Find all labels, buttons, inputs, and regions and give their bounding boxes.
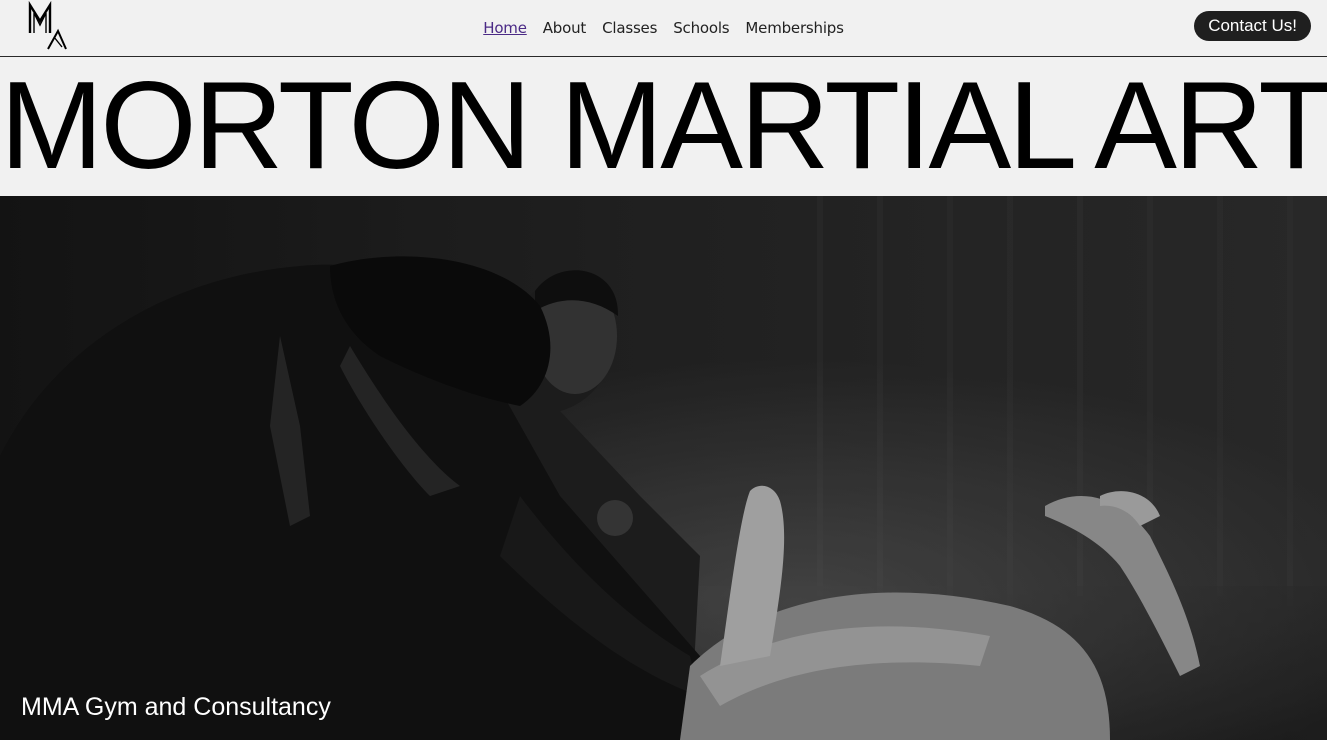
nav-link-schools[interactable]: Schools <box>673 19 729 37</box>
nav-link-about[interactable]: About <box>543 19 587 37</box>
top-navigation-bar: Home About Classes Schools Memberships C… <box>0 0 1327 57</box>
nav-link-classes[interactable]: Classes <box>602 19 657 37</box>
page-title: MORTON MARTIAL ARTS <box>0 57 1327 195</box>
hero-image <box>0 196 1327 740</box>
main-nav: Home About Classes Schools Memberships <box>0 0 1327 56</box>
nav-link-memberships[interactable]: Memberships <box>745 19 844 37</box>
martial-arts-sparring-photo <box>0 196 1327 740</box>
title-band: MORTON MARTIAL ARTS <box>0 57 1327 196</box>
mm-logo-icon[interactable] <box>26 1 70 51</box>
contact-us-button[interactable]: Contact Us! <box>1194 11 1311 41</box>
hero-tagline: MMA Gym and Consultancy <box>21 693 331 721</box>
nav-link-home[interactable]: Home <box>483 19 527 37</box>
